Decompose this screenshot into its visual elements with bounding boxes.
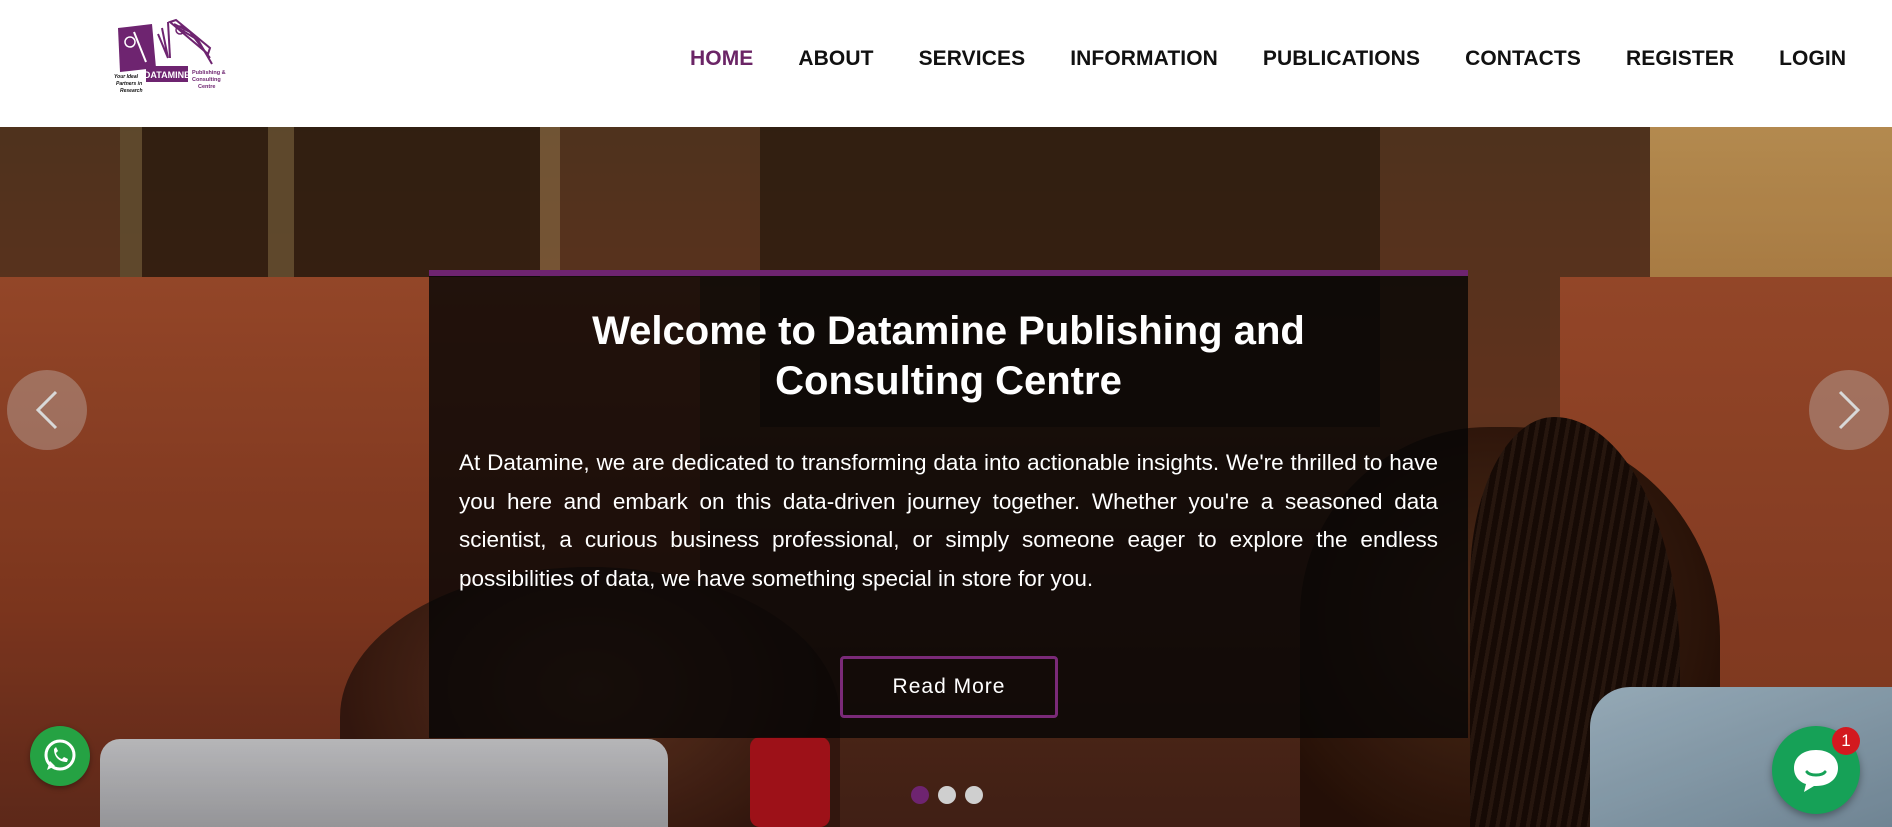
main-nav: HOME ABOUT SERVICES INFORMATION PUBLICAT… (690, 0, 1846, 117)
chat-notification-badge: 1 (1832, 727, 1860, 755)
hero-title: Welcome to Datamine Publishing and Consu… (592, 309, 1305, 403)
hero-description: At Datamine, we are dedicated to transfo… (459, 450, 1438, 591)
read-more-button[interactable]: Read More (840, 656, 1058, 718)
site-header: DATAMINE Your Ideal Partners in Research… (0, 0, 1892, 127)
chat-bubble-icon (1794, 750, 1838, 792)
nav-contacts[interactable]: CONTACTS (1465, 47, 1581, 71)
nav-about[interactable]: ABOUT (798, 47, 873, 71)
whatsapp-icon (44, 739, 76, 771)
datamine-logo[interactable]: DATAMINE Your Ideal Partners in Research… (112, 18, 232, 100)
svg-text:Your Ideal: Your Ideal (114, 74, 139, 80)
hero-carousel: Welcome to Datamine Publishing and Consu… (0, 127, 1892, 827)
logo-graphic: DATAMINE Your Ideal Partners in Research… (114, 18, 226, 94)
logo-brand-text: DATAMINE (144, 70, 190, 80)
chevron-right-icon (1838, 390, 1861, 430)
nav-information[interactable]: INFORMATION (1070, 47, 1218, 71)
nav-home[interactable]: HOME (690, 47, 753, 71)
svg-text:Research: Research (120, 88, 143, 94)
carousel-next-button[interactable] (1809, 370, 1889, 450)
carousel-dot-3[interactable] (965, 786, 983, 804)
nav-login[interactable]: LOGIN (1779, 47, 1846, 71)
nav-publications[interactable]: PUBLICATIONS (1263, 47, 1420, 71)
nav-register[interactable]: REGISTER (1626, 47, 1734, 71)
carousel-dot-1[interactable] (911, 786, 929, 804)
svg-text:Partners in: Partners in (116, 81, 142, 87)
svg-text:Centre: Centre (198, 84, 215, 90)
carousel-dot-2[interactable] (938, 786, 956, 804)
nav-services[interactable]: SERVICES (919, 47, 1026, 71)
carousel-prev-button[interactable] (7, 370, 87, 450)
whatsapp-button[interactable] (30, 726, 90, 786)
svg-text:Publishing &: Publishing & (192, 70, 226, 76)
chevron-left-icon (35, 390, 58, 430)
carousel-indicators (911, 786, 992, 804)
svg-text:Consulting: Consulting (192, 77, 221, 83)
hero-caption-box: Welcome to Datamine Publishing and Consu… (429, 270, 1468, 738)
